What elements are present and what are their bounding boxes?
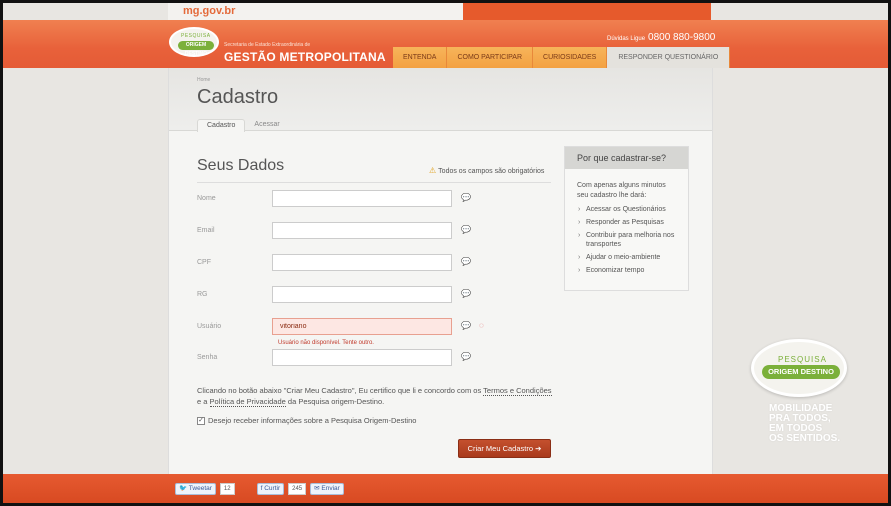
cpf-field[interactable] [272,254,452,271]
help-bubble-icon[interactable]: 💬 [461,289,471,298]
browser-frame: mg.gov.br PESQUISA ORIGEM DESTINO Secret… [3,3,888,503]
send-button[interactable]: ✉ Enviar [310,483,344,495]
like-label: Curtir [264,485,281,492]
field-row-senha: Senha 💬 [197,349,497,369]
help-bubble-icon[interactable]: 💬 [461,352,471,361]
cpf-label: CPF [197,259,211,266]
tab-cadastro[interactable]: Cadastro [197,119,246,132]
help-phone-label: Dúvidas Ligue [607,36,646,42]
senha-label: Senha [197,354,218,361]
main-content: Home Cadastro Cadastro Acessar Seus Dado… [168,68,713,474]
usuario-error-message: Usuário não disponível. Tente outro. [278,340,374,346]
why-register-intro: Com apenas alguns minutos seu cadastro l… [577,182,666,199]
nome-field[interactable] [272,190,452,207]
tab-acessar[interactable]: Acessar [245,119,288,132]
terms-text: Clicando no botão abaixo "Criar Meu Cada… [197,385,557,407]
tweet-count: 12 [219,483,235,495]
help-bubble-icon[interactable]: 💬 [461,193,471,202]
usuario-label: Usuário [197,323,222,330]
create-account-label: Criar Meu Cadastro [467,444,534,453]
help-bubble-icon[interactable]: 💬 [461,321,471,330]
nome-label: Nome [197,195,216,202]
phone-number: 0800 880-9800 [648,32,716,43]
twitter-icon: 🐦 [179,485,188,492]
arrow-right-icon: ➔ [535,444,542,453]
terms-post: da Pesquisa origem-Destino. [285,397,385,406]
promo-line: OS SENTIDOS. [769,433,841,444]
nav-curiosidades[interactable]: CURIOSIDADES [533,47,608,68]
usuario-field[interactable] [272,318,452,335]
promo-pill: ORIGEM DESTINO [762,365,840,379]
site-header: PESQUISA ORIGEM DESTINO Secretaria de Es… [3,20,888,68]
newsletter-checkbox[interactable]: ✓ [197,417,205,426]
nav-entenda[interactable]: ENTENDA [393,47,448,68]
logo-caption: PESQUISA [181,33,211,39]
benefit-item: Economizar tempo [577,266,676,275]
create-account-button[interactable]: Criar Meu Cadastro ➔ [458,439,551,458]
benefits-list: Acessar os Questionários Responder as Pe… [565,205,688,275]
benefit-item: Contribuir para melhoria nos transportes [577,231,676,249]
gov-link[interactable]: mg.gov.br [183,5,235,17]
section-divider [197,182,551,183]
like-count: 245 [288,483,307,495]
brand-title[interactable]: GESTÃO METROPOLITANA [224,50,386,64]
email-field[interactable] [272,222,452,239]
social-buttons: 🐦 Tweetar 12 f Curtir 245 ✉ Enviar [175,483,344,495]
help-bubble-icon[interactable]: 💬 [461,257,471,266]
field-row-cpf: CPF 💬 [197,254,497,274]
section-title: Seus Dados [197,157,285,174]
tab-bar: Cadastro Acessar [197,119,289,132]
gov-bar: mg.gov.br [3,3,888,20]
page-title: Cadastro [197,86,279,108]
warning-icon: ⚠ [429,166,437,175]
terms-mid: e a [197,397,210,406]
field-row-usuario: Usuário 💬 ◌ [197,318,497,338]
breadcrumb[interactable]: Home [197,77,210,83]
newsletter-label[interactable]: Desejo receber informações sobre a Pesqu… [208,416,416,425]
field-row-rg: RG 💬 [197,286,497,306]
site-logo[interactable]: PESQUISA ORIGEM DESTINO [169,27,219,57]
terms-pre: Clicando no botão abaixo "Criar Meu Cada… [197,386,484,395]
email-label: Email [197,227,215,234]
senha-field[interactable] [272,349,452,366]
benefit-item: Responder as Pesquisas [577,218,676,227]
rg-field[interactable] [272,286,452,303]
logo-pill: ORIGEM DESTINO [178,41,214,57]
footer-bar [3,474,888,503]
promo-logo[interactable]: PESQUISA ORIGEM DESTINO [751,339,847,397]
send-icon: ✉ [314,485,320,492]
like-button[interactable]: f Curtir [256,483,285,495]
newsletter-option: ✓ Desejo receber informações sobre a Pesq… [197,416,416,426]
help-phone: Dúvidas Ligue 0800 880-9800 [607,32,715,43]
nav-responder-questionario[interactable]: RESPONDER QUESTIONÁRIO [607,47,731,68]
page-header: Home Cadastro Cadastro Acessar [169,68,712,132]
field-row-email: Email 💬 [197,222,497,242]
main-nav: ENTENDA COMO PARTICIPAR CURIOSIDADES RES… [393,47,731,68]
required-note-text: Todos os campos são obrigatórios [438,168,545,175]
facebook-icon: f [260,485,263,492]
rg-label: RG [197,291,208,298]
nav-como-participar[interactable]: COMO PARTICIPAR [447,47,534,68]
secretaria-label: Secretaria de Estado Extraordinária de [224,42,311,48]
terms-link[interactable]: Termos e Condições [483,386,552,396]
benefit-item: Ajudar o meio-ambiente [577,253,676,262]
promo-slogan: MOBILIDADE PRA TODOS, EM TODOS OS SENTID… [769,404,840,444]
help-bubble-icon[interactable]: 💬 [461,225,471,234]
why-register-title: Por que cadastrar-se? [565,147,688,169]
loading-spinner-icon: ◌ [479,321,484,330]
promo-caption: PESQUISA [778,355,827,364]
privacy-link[interactable]: Política de Privacidade [209,397,286,407]
field-row-nome: Nome 💬 [197,190,497,210]
required-note: ⚠ Todos os campos são obrigatórios [429,166,544,175]
why-register-box: Por que cadastrar-se? Com apenas alguns … [564,146,689,291]
send-label: Enviar [321,485,340,492]
benefit-item: Acessar os Questionários [577,205,676,214]
tweet-button[interactable]: 🐦 Tweetar [175,483,216,495]
tweet-label: Tweetar [188,485,212,492]
